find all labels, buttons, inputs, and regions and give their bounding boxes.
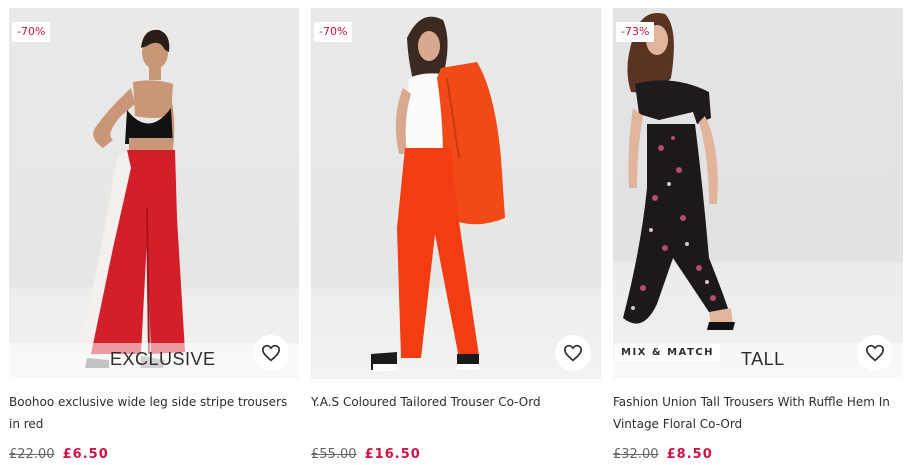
product-title[interactable]: Fashion Union Tall Trousers With Ruffle … [613, 391, 903, 435]
original-price: £32.00 [613, 447, 659, 462]
save-for-later-button[interactable] [857, 335, 893, 371]
discount-badge: -73% [616, 22, 655, 42]
original-price: £22.00 [9, 447, 55, 462]
price-row: £22.00 £6.50 [9, 447, 299, 462]
product-image[interactable]: -73% MIX & MATCH TALL [613, 8, 903, 379]
product-card[interactable]: -70% Y.A.S Coloured Tailored Trouser Co-… [311, 8, 601, 462]
product-card[interactable]: -70% EXCLUSIVE Boohoo exclusive wide leg… [9, 8, 299, 462]
model-photo [371, 16, 505, 372]
sale-price: £16.50 [364, 447, 421, 462]
price-row: £55.00 £16.50 [311, 447, 601, 462]
product-title[interactable]: Boohoo exclusive wide leg side stripe tr… [9, 391, 299, 435]
heart-icon [261, 344, 281, 362]
tall-label: TALL [741, 349, 785, 369]
product-image[interactable]: -70% [311, 8, 601, 379]
save-for-later-button[interactable] [555, 335, 591, 371]
discount-badge: -70% [314, 22, 353, 42]
product-image[interactable]: -70% EXCLUSIVE [9, 8, 299, 379]
sale-price: £6.50 [62, 447, 109, 462]
model-photo [623, 13, 735, 330]
exclusive-label: EXCLUSIVE [110, 349, 216, 369]
save-for-later-button[interactable] [253, 335, 289, 371]
original-price: £55.00 [311, 447, 357, 462]
price-row: £32.00 £8.50 [613, 447, 903, 462]
mix-and-match-badge: MIX & MATCH [615, 344, 721, 361]
sale-price: £8.50 [666, 447, 713, 462]
product-card[interactable]: -73% MIX & MATCH TALL Fashion Union Tall… [613, 8, 903, 462]
heart-icon [865, 344, 885, 362]
model-photo [79, 29, 185, 368]
discount-badge: -70% [12, 22, 51, 42]
heart-icon [563, 344, 583, 362]
product-title[interactable]: Y.A.S Coloured Tailored Trouser Co-Ord [311, 391, 601, 435]
